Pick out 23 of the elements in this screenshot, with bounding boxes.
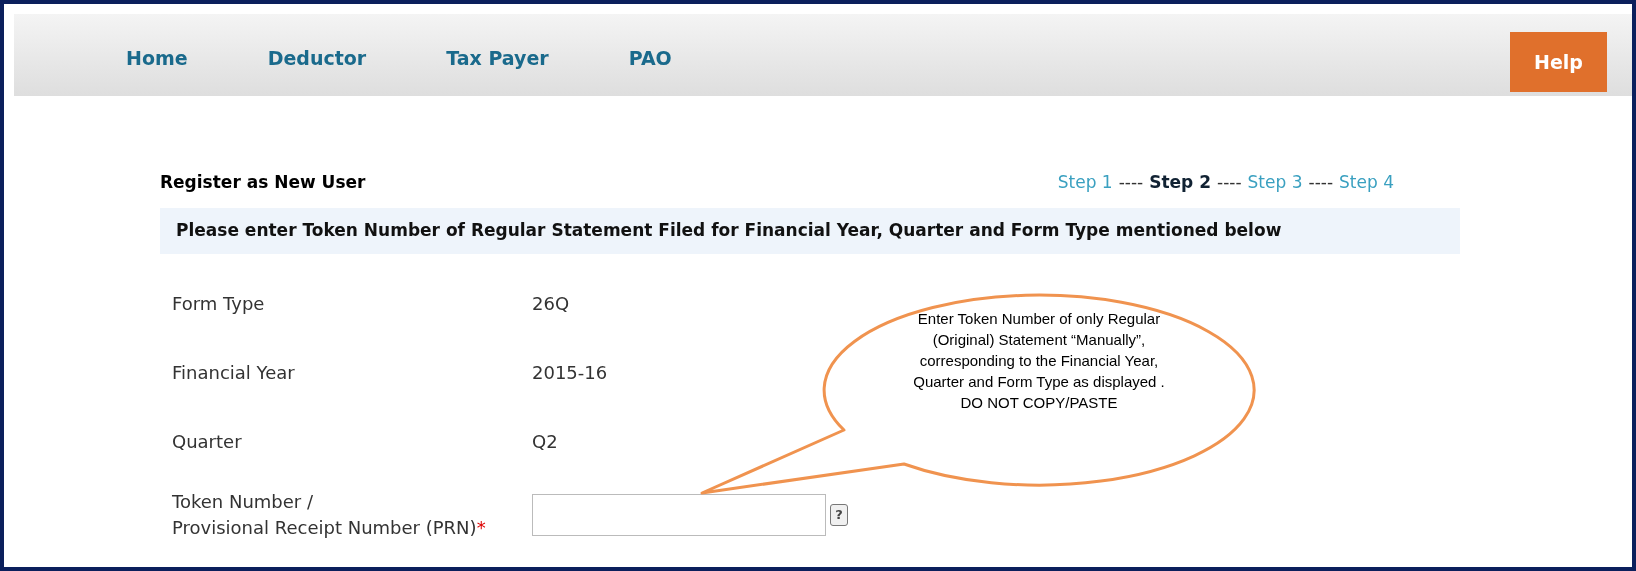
- help-icon[interactable]: ?: [830, 503, 848, 526]
- callout-text: Enter Token Number of only Regular (Original) Statement “Manually”, corresponding to the Financial Year, Quarter and Form Type as displayed . DO NOT COPY/PASTE: [912, 309, 1166, 413]
- step-label: Step 2: [1149, 171, 1212, 194]
- nav-link[interactable]: PAO: [628, 43, 672, 73]
- instruction-banner: Please enter Token Number of Regular Statement Filed for Financial Year, Quarter and Form Type mentioned below: [160, 207, 1460, 254]
- page-title: Register as New User: [160, 171, 366, 194]
- field-label: Financial Year: [172, 360, 296, 385]
- step-label: Step 3: [1247, 171, 1303, 194]
- step-label: Step 4: [1339, 171, 1394, 194]
- step-label: Step 1: [1057, 171, 1113, 194]
- field-value: 26Q: [532, 291, 570, 316]
- field-value: 2015-16: [532, 360, 608, 385]
- help-button[interactable]: Help: [1510, 32, 1607, 92]
- step-separator: ----: [1118, 171, 1144, 194]
- step-separator: ----: [1217, 171, 1242, 194]
- field-label: Form Type: [172, 291, 266, 316]
- token-number-label: Token Number / Provisional Receipt Number (PRN)*: [172, 489, 487, 540]
- nav-link[interactable]: Deductor: [267, 43, 367, 73]
- field-label: Quarter: [172, 429, 243, 454]
- nav-link[interactable]: Tax Payer: [446, 43, 549, 73]
- step-separator: ----: [1308, 171, 1334, 194]
- nav-link[interactable]: Home: [126, 43, 188, 73]
- field-value: Q2: [532, 429, 558, 454]
